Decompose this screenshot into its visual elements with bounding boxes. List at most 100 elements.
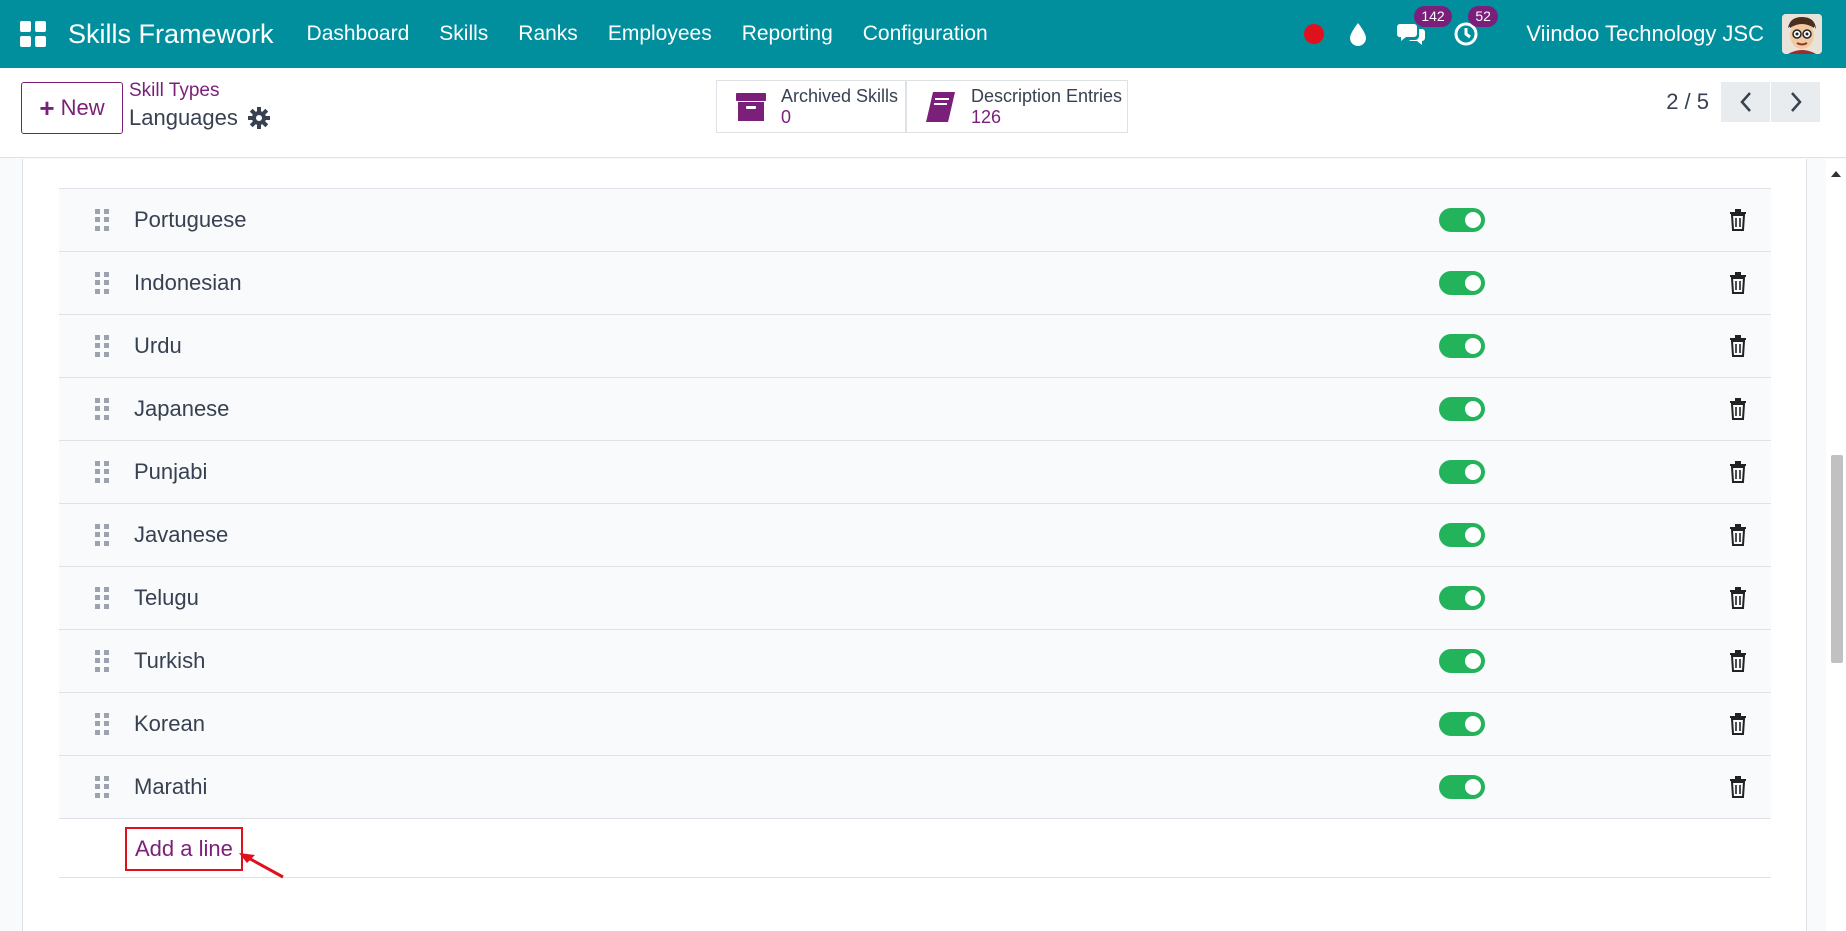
table-row[interactable]: Japanese xyxy=(59,378,1771,441)
chevron-right-icon xyxy=(1790,92,1802,112)
skill-name[interactable]: Turkish xyxy=(134,648,205,674)
menu-employees[interactable]: Employees xyxy=(593,22,727,46)
skill-name[interactable]: Urdu xyxy=(134,333,182,359)
drag-handle-icon[interactable] xyxy=(95,272,109,294)
messages-badge: 142 xyxy=(1414,6,1452,27)
description-entries-button[interactable]: Description Entries 126 xyxy=(906,80,1128,133)
top-navbar: Skills Framework Dashboard Skills Ranks … xyxy=(0,0,1846,68)
description-entries-label: Description Entries xyxy=(971,86,1123,106)
skill-name[interactable]: Telugu xyxy=(134,585,199,611)
archived-skills-button[interactable]: Archived Skills 0 xyxy=(716,80,906,133)
drag-handle-icon[interactable] xyxy=(95,776,109,798)
app-brand[interactable]: Skills Framework xyxy=(68,19,274,50)
active-toggle[interactable] xyxy=(1439,649,1485,673)
trash-icon[interactable] xyxy=(1729,209,1747,231)
active-toggle[interactable] xyxy=(1439,523,1485,547)
trash-icon[interactable] xyxy=(1729,776,1747,798)
archived-skills-value: 0 xyxy=(781,107,792,127)
drop-icon[interactable] xyxy=(1342,18,1374,50)
drag-handle-icon[interactable] xyxy=(95,524,109,546)
table-row[interactable]: Punjabi xyxy=(59,441,1771,504)
menu-configuration[interactable]: Configuration xyxy=(848,22,1003,46)
gear-icon[interactable] xyxy=(247,107,270,129)
description-entries-value: 126 xyxy=(971,107,1002,127)
trash-icon[interactable] xyxy=(1729,650,1747,672)
drag-handle-icon[interactable] xyxy=(95,335,109,357)
record-pager: 2 / 5 xyxy=(1666,82,1820,122)
drag-handle-icon[interactable] xyxy=(95,398,109,420)
skill-name[interactable]: Portuguese xyxy=(134,207,247,233)
user-avatar[interactable] xyxy=(1782,14,1822,54)
messages-icon[interactable]: 142 xyxy=(1396,6,1452,50)
table-row[interactable]: Urdu xyxy=(59,315,1771,378)
scroll-up-arrow-icon[interactable] xyxy=(1831,171,1841,177)
trash-icon[interactable] xyxy=(1729,272,1747,294)
skill-name[interactable]: Japanese xyxy=(134,396,229,422)
drag-handle-icon[interactable] xyxy=(95,650,109,672)
skill-name[interactable]: Indonesian xyxy=(134,270,242,296)
active-toggle[interactable] xyxy=(1439,775,1485,799)
skill-name[interactable]: Korean xyxy=(134,711,205,737)
drag-handle-icon[interactable] xyxy=(95,461,109,483)
pager-previous-button[interactable] xyxy=(1721,82,1770,122)
table-row[interactable]: Javanese xyxy=(59,504,1771,567)
skill-name[interactable]: Javanese xyxy=(134,522,228,548)
red-arrow-annotation xyxy=(239,853,284,879)
record-indicator-icon[interactable] xyxy=(1304,24,1325,44)
chevron-left-icon xyxy=(1739,92,1751,112)
trash-icon[interactable] xyxy=(1729,713,1747,735)
book-icon xyxy=(923,89,959,125)
new-button-label: New xyxy=(60,95,105,120)
breadcrumb-skill-types[interactable]: Skill Types xyxy=(129,80,219,102)
pager-next-button[interactable] xyxy=(1771,82,1820,122)
menu-skills[interactable]: Skills xyxy=(424,22,503,46)
apps-menu-icon[interactable] xyxy=(20,21,46,47)
add-line-row: Add a line xyxy=(59,819,1771,878)
add-a-line-link[interactable]: Add a line xyxy=(125,827,243,871)
active-toggle[interactable] xyxy=(1439,460,1485,484)
new-button[interactable]: + New xyxy=(21,82,123,134)
pager-value[interactable]: 2 / 5 xyxy=(1666,89,1709,115)
activities-badge: 52 xyxy=(1468,6,1498,27)
archived-skills-label: Archived Skills xyxy=(781,86,899,106)
table-row[interactable]: Turkish xyxy=(59,630,1771,693)
drag-handle-icon[interactable] xyxy=(95,587,109,609)
trash-icon[interactable] xyxy=(1729,524,1747,546)
trash-icon[interactable] xyxy=(1729,461,1747,483)
form-sheet: Portuguese Indonesian Urdu Japanese Punjabi J… xyxy=(22,159,1807,931)
table-row[interactable]: Indonesian xyxy=(59,252,1771,315)
table-row[interactable]: Korean xyxy=(59,693,1771,756)
drag-handle-icon[interactable] xyxy=(95,209,109,231)
active-toggle[interactable] xyxy=(1439,208,1485,232)
drag-handle-icon[interactable] xyxy=(95,713,109,735)
navbar-systray: 142 52 Viindoo Technology JSC xyxy=(1304,0,1846,68)
active-toggle[interactable] xyxy=(1439,397,1485,421)
skill-name[interactable]: Marathi xyxy=(134,774,207,800)
skills-list: Portuguese Indonesian Urdu Japanese Punjabi J… xyxy=(59,159,1771,878)
table-row-partial xyxy=(59,159,1771,189)
active-toggle[interactable] xyxy=(1439,334,1485,358)
record-title-text: Languages xyxy=(129,105,238,130)
archive-icon xyxy=(733,89,769,125)
control-panel: + New Skill Types Languages Archived Skil… xyxy=(0,68,1846,158)
skill-name[interactable]: Punjabi xyxy=(134,459,207,485)
trash-icon[interactable] xyxy=(1729,335,1747,357)
menu-reporting[interactable]: Reporting xyxy=(727,22,848,46)
plus-icon: + xyxy=(39,92,55,123)
record-title: Languages xyxy=(129,105,270,131)
menu-ranks[interactable]: Ranks xyxy=(503,22,593,46)
main-menu: Dashboard Skills Ranks Employees Reporti… xyxy=(292,22,1003,46)
company-switcher[interactable]: Viindoo Technology JSC xyxy=(1526,21,1764,47)
page-scrollbar[interactable] xyxy=(1826,159,1846,931)
table-row[interactable]: Portuguese xyxy=(59,189,1771,252)
menu-dashboard[interactable]: Dashboard xyxy=(292,22,425,46)
activities-clock-icon[interactable]: 52 xyxy=(1450,6,1498,50)
active-toggle[interactable] xyxy=(1439,271,1485,295)
active-toggle[interactable] xyxy=(1439,712,1485,736)
table-row[interactable]: Telugu xyxy=(59,567,1771,630)
trash-icon[interactable] xyxy=(1729,398,1747,420)
trash-icon[interactable] xyxy=(1729,587,1747,609)
active-toggle[interactable] xyxy=(1439,586,1485,610)
table-row[interactable]: Marathi xyxy=(59,756,1771,819)
scroll-thumb[interactable] xyxy=(1831,455,1843,663)
